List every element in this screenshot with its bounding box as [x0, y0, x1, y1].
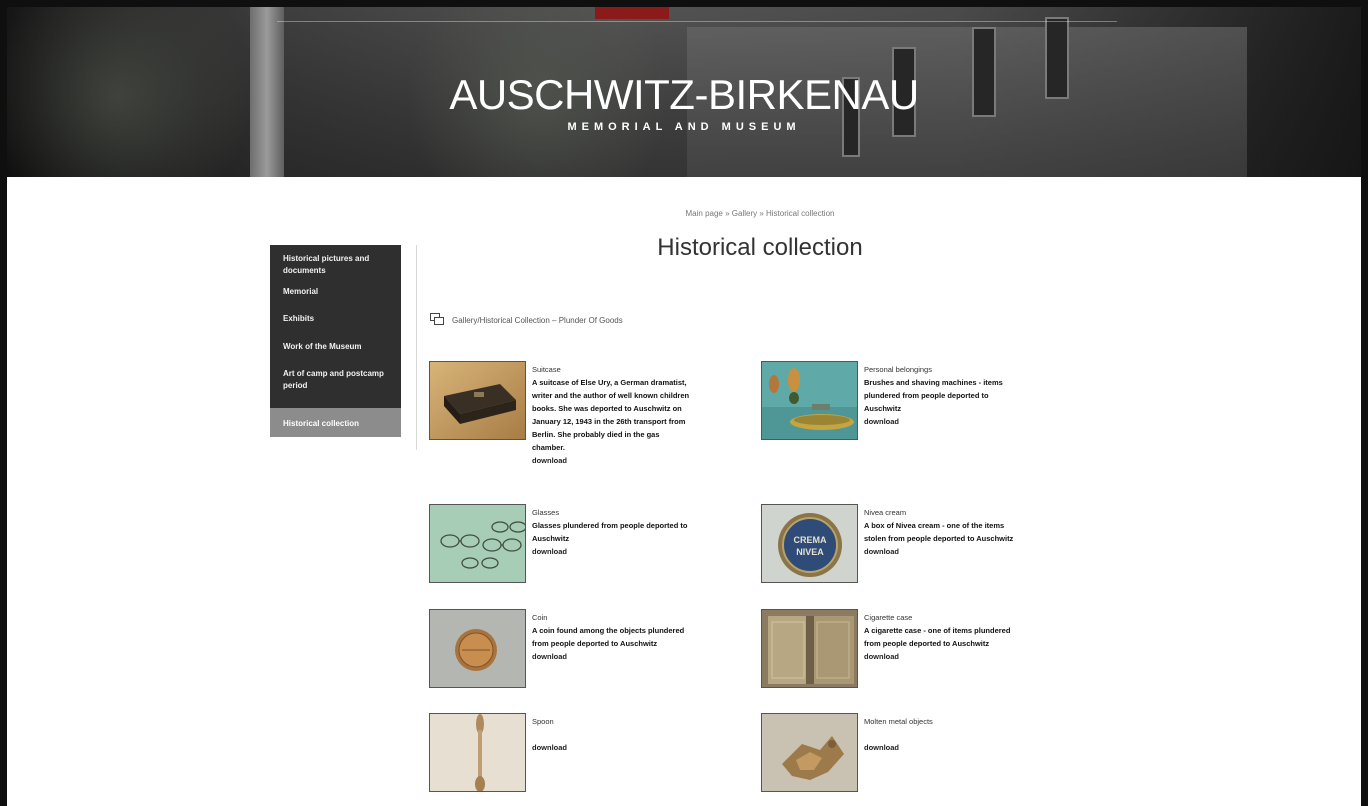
- download-link[interactable]: download: [532, 650, 692, 663]
- item-title: Molten metal objects: [864, 717, 933, 726]
- item-details: Coin A coin found among the objects plun…: [532, 611, 692, 663]
- item-details: Molten metal objects download: [864, 715, 1024, 754]
- item-details: Personal belongings Brushes and shaving …: [864, 363, 1024, 428]
- page-title: Historical collection: [657, 234, 863, 261]
- item-details: Nivea cream A box of Nivea cream - one o…: [864, 506, 1024, 558]
- gallery-path[interactable]: Gallery/Historical Collection – Plunder …: [430, 313, 623, 327]
- coin-thumbnail[interactable]: [429, 609, 526, 688]
- download-link[interactable]: download: [864, 741, 1024, 754]
- item-title: Cigarette case: [864, 613, 913, 622]
- suitcase-thumbnail[interactable]: [429, 361, 526, 440]
- sidebar-item-historical-pictures[interactable]: Historical pictures and documents: [270, 245, 401, 282]
- item-title: Glasses: [532, 508, 560, 517]
- site-subtitle: MEMORIAL AND MUSEUM: [567, 121, 801, 133]
- item-description: Brushes and shaving machines - items plu…: [864, 378, 1003, 413]
- item-details: Glasses Glasses plundered from people de…: [532, 506, 692, 558]
- personal-belongings-thumbnail[interactable]: [761, 361, 858, 440]
- item-details: Cigarette case A cigarette case - one of…: [864, 611, 1024, 663]
- molten-metal-thumbnail[interactable]: [761, 713, 858, 792]
- download-link[interactable]: download: [532, 741, 692, 754]
- sidebar-item-exhibits[interactable]: Exhibits: [270, 309, 401, 337]
- site-title[interactable]: AUSCHWITZ-BIRKENAU: [7, 71, 1361, 119]
- sidebar-item-art-of-camp[interactable]: Art of camp and postcamp period: [270, 364, 401, 408]
- item-description: Glasses plundered from people deported t…: [532, 521, 688, 543]
- item-description: A suitcase of Else Ury, a German dramati…: [532, 378, 690, 452]
- item-title: Suitcase: [532, 365, 561, 374]
- download-link[interactable]: download: [864, 415, 1024, 428]
- item-title: Nivea cream: [864, 508, 907, 517]
- item-description: A box of Nivea cream - one of the items …: [864, 521, 1014, 543]
- sidebar-item-memorial[interactable]: Memorial: [270, 282, 401, 309]
- header-accent-tab: [595, 7, 669, 19]
- download-link[interactable]: download: [864, 545, 1024, 558]
- glasses-thumbnail[interactable]: [429, 504, 526, 583]
- gallery-path-label: Gallery/Historical Collection – Plunder …: [452, 315, 623, 325]
- item-details: Suitcase A suitcase of Else Ury, a Germa…: [532, 363, 692, 467]
- sidebar-item-work-of-museum[interactable]: Work of the Museum: [270, 337, 401, 364]
- breadcrumb[interactable]: Main page » Gallery » Historical collect…: [420, 209, 1100, 218]
- item-title: Personal belongings: [864, 365, 932, 374]
- header-banner: AUSCHWITZ-BIRKENAU MEMORIAL AND MUSEUM: [7, 7, 1361, 177]
- sidebar-nav: Historical pictures and documents Memori…: [270, 245, 401, 437]
- header-rule: [277, 21, 1117, 22]
- item-description: A cigarette case - one of items plundere…: [864, 626, 1011, 648]
- item-title: Coin: [532, 613, 548, 622]
- item-title: Spoon: [532, 717, 554, 726]
- nivea-label: NIVEA: [796, 547, 824, 557]
- sidebar-item-historical-collection[interactable]: Historical collection: [270, 408, 401, 437]
- item-description: A coin found among the objects plundered…: [532, 626, 685, 648]
- sidebar-divider: [416, 245, 417, 450]
- gallery-icon: [430, 313, 446, 327]
- item-details: Spoon download: [532, 715, 692, 754]
- spoon-thumbnail[interactable]: [429, 713, 526, 792]
- nivea-label: CREMA: [794, 535, 827, 545]
- download-link[interactable]: download: [532, 545, 692, 558]
- download-link[interactable]: download: [532, 454, 692, 467]
- cigarette-case-thumbnail[interactable]: [761, 609, 858, 688]
- nivea-cream-thumbnail[interactable]: CREMA NIVEA: [761, 504, 858, 583]
- download-link[interactable]: download: [864, 650, 1024, 663]
